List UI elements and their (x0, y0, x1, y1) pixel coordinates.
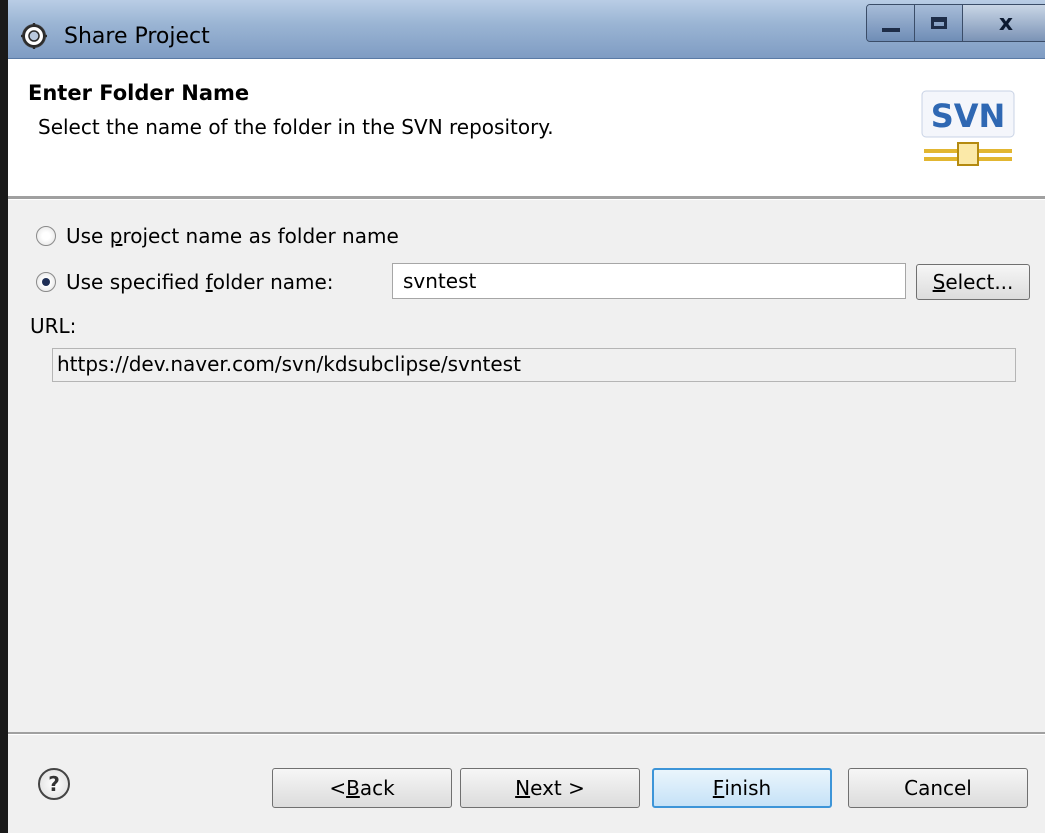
window-left-edge (0, 0, 8, 833)
svn-logo-text: SVN (931, 97, 1006, 135)
eclipse-gear-icon (21, 23, 47, 49)
specified-name-label: Use specified folder name: (66, 270, 334, 294)
next-button[interactable]: Next > (460, 768, 640, 808)
share-project-dialog: Share Project x Enter Folder Name Select… (0, 0, 1045, 833)
url-label: URL: (30, 314, 77, 338)
cancel-button[interactable]: Cancel (848, 768, 1028, 808)
folder-name-input[interactable] (392, 263, 906, 299)
close-icon: x (998, 10, 1014, 36)
title-bar[interactable]: Share Project x (8, 0, 1045, 59)
option-project-name[interactable]: Use project name as folder name (36, 224, 399, 248)
finish-button[interactable]: Finish (652, 768, 832, 808)
back-button[interactable]: < Back (272, 768, 452, 808)
minimize-button[interactable] (867, 5, 915, 41)
svn-logo-icon: SVN (921, 90, 1015, 166)
window-title: Share Project (64, 24, 210, 49)
option-specified-name[interactable]: Use specified folder name: (36, 270, 334, 294)
select-button[interactable]: Select... (916, 264, 1030, 300)
project-name-label: Use project name as folder name (66, 224, 399, 248)
page-description: Select the name of the folder in the SVN… (38, 115, 554, 139)
header-separator (8, 196, 1045, 200)
maximize-button[interactable] (915, 5, 963, 41)
page-title: Enter Folder Name (28, 81, 250, 105)
wizard-header: Enter Folder Name Select the name of the… (8, 59, 1045, 196)
project-name-radio[interactable] (36, 226, 56, 246)
minimize-icon (881, 28, 900, 32)
url-field: https://dev.naver.com/svn/kdsubclipse/sv… (52, 348, 1016, 382)
footer-separator (8, 732, 1045, 735)
specified-name-radio[interactable] (36, 272, 56, 292)
maximize-icon (930, 17, 947, 29)
help-icon[interactable]: ? (38, 768, 70, 800)
window-controls: x (866, 4, 1045, 42)
close-button[interactable]: x (963, 5, 1045, 41)
